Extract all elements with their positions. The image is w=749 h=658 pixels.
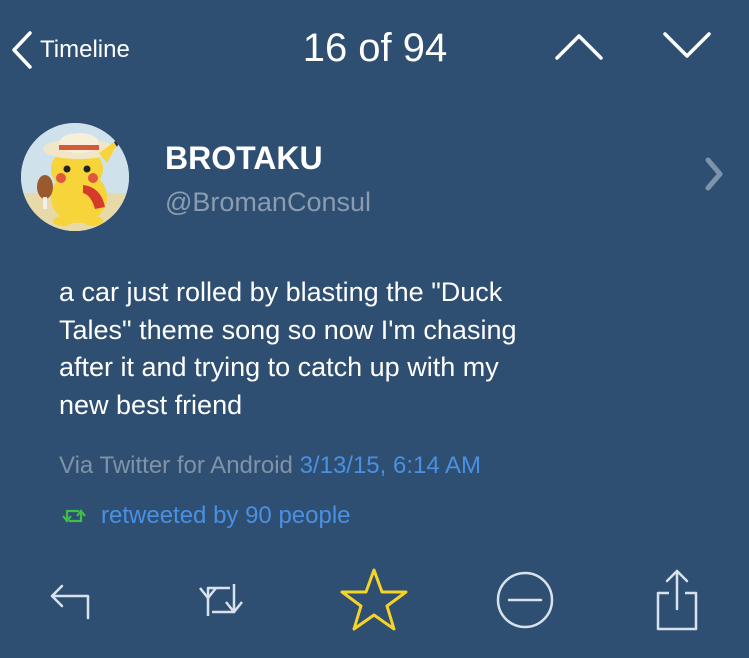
tweet-source[interactable]: Via Twitter for Android — [59, 452, 293, 479]
share-button[interactable] — [637, 560, 717, 640]
mute-button[interactable] — [485, 560, 565, 640]
reply-icon — [50, 584, 90, 620]
tweet-meta: Via Twitter for Android 3/13/15, 6:14 AM — [59, 452, 481, 480]
action-toolbar — [0, 560, 749, 658]
favorite-button[interactable] — [334, 560, 414, 640]
mute-icon — [496, 571, 554, 629]
tweet-text: a car just rolled by blasting the "Duck … — [59, 277, 517, 420]
next-tweet-button[interactable] — [661, 30, 713, 62]
retweet-icon — [199, 584, 243, 616]
retweet-count-line[interactable]: retweeted by 90 people — [61, 502, 351, 530]
previous-tweet-button[interactable] — [553, 30, 605, 62]
display-name: BROTAKU — [165, 140, 323, 176]
back-button-label: Timeline — [40, 36, 130, 63]
navigation-bar: Timeline 16 of 94 — [0, 0, 749, 100]
chevron-up-icon — [555, 34, 603, 60]
chevron-down-icon — [663, 32, 711, 58]
chevron-right-icon[interactable] — [703, 156, 725, 192]
chevron-left-icon — [12, 31, 32, 69]
retweet-icon — [62, 509, 86, 523]
avatar[interactable] — [21, 123, 129, 231]
back-button[interactable]: Timeline — [10, 26, 130, 74]
retweeted-by-text: retweeted by 90 people — [101, 502, 351, 529]
user-handle: @BromanConsul — [165, 187, 371, 217]
share-icon — [656, 569, 698, 631]
tweet-position-counter: 16 of 94 — [302, 26, 448, 70]
favorite-star-icon — [340, 568, 408, 631]
retweet-button[interactable] — [181, 560, 261, 640]
reply-button[interactable] — [32, 560, 112, 640]
tweet-timestamp[interactable]: 3/13/15, 6:14 AM — [300, 452, 481, 479]
profile-header[interactable]: BROTAKU @BromanConsul — [0, 120, 749, 235]
